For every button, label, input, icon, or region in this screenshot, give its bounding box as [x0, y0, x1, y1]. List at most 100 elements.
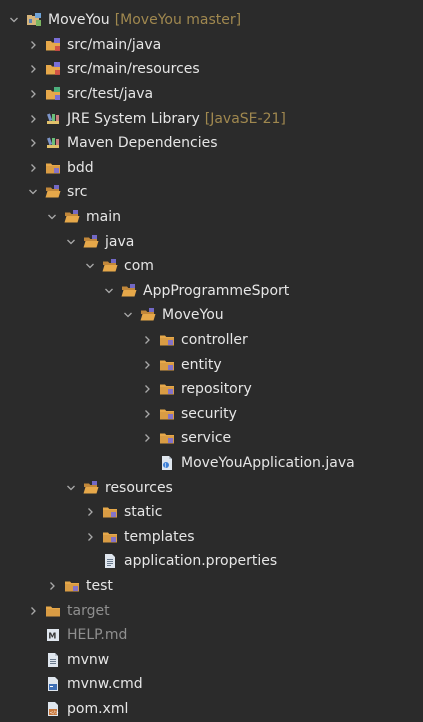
tree-item-label: src/test/java [67, 86, 154, 103]
tree-item[interactable]: M HELP.md [0, 623, 423, 648]
chevron-right-icon[interactable] [27, 160, 39, 176]
chevron-right-icon[interactable] [27, 37, 39, 53]
folder-icon [64, 578, 80, 594]
tree-item[interactable]: src/main/resources [0, 57, 423, 82]
folder-icon [159, 357, 175, 373]
chevron-right-icon[interactable] [84, 529, 96, 545]
tree-item-label: java [105, 233, 135, 250]
folder-open-icon [140, 307, 156, 323]
chevron-right-icon[interactable] [27, 61, 39, 77]
chevron-right-icon[interactable] [84, 504, 96, 520]
tree-item[interactable]: static [0, 500, 423, 525]
tree-item-label: src/main/java [67, 36, 162, 53]
properties-file-icon [102, 553, 118, 569]
folder-open-icon [64, 209, 80, 225]
tree-item[interactable]: controller [0, 328, 423, 353]
tree-item-label: Maven Dependencies [67, 135, 218, 152]
tree-item[interactable]: src/main/java [0, 33, 423, 58]
chevron-right-icon[interactable] [141, 332, 153, 348]
tree-item-label: mvnw.cmd [67, 676, 143, 693]
chevron-right-icon[interactable] [141, 430, 153, 446]
tree-item-label: MoveYou [48, 12, 110, 29]
tree-item[interactable]: mvnw.cmd [0, 672, 423, 697]
tree-item[interactable]: templates [0, 525, 423, 550]
tree-item[interactable]: src/test/java [0, 82, 423, 107]
chevron-down-icon[interactable] [46, 209, 58, 225]
cmd-file-icon [45, 676, 61, 692]
markdown-file-icon: M [45, 627, 61, 643]
chevron-down-icon[interactable] [8, 12, 20, 28]
tree-item-label: JRE System Library [67, 110, 200, 127]
chevron-down-icon[interactable] [122, 307, 134, 323]
folder-icon [159, 430, 175, 446]
tree-item[interactable]: target [0, 598, 423, 623]
tree-item[interactable]: </> pom.xml [0, 697, 423, 722]
tree-item-label: bdd [67, 159, 94, 176]
library-icon [45, 135, 61, 151]
chevron-down-icon[interactable] [65, 234, 77, 250]
chevron-right-icon[interactable] [141, 357, 153, 373]
chevron-right-icon[interactable] [27, 603, 39, 619]
tree-item-decoration: [MoveYou master] [114, 12, 242, 29]
chevron-right-icon[interactable] [27, 135, 39, 151]
tree-item[interactable]: MoveYou [0, 303, 423, 328]
project-icon [26, 12, 42, 28]
tree-item-label: pom.xml [67, 701, 129, 718]
tree-item-label: MoveYouApplication.java [181, 455, 355, 472]
library-icon [45, 111, 61, 127]
chevron-right-icon[interactable] [27, 111, 39, 127]
chevron-right-icon[interactable] [27, 86, 39, 102]
chevron-down-icon[interactable] [65, 480, 77, 496]
tree-item[interactable]: java [0, 229, 423, 254]
tree-item[interactable]: security [0, 402, 423, 427]
tree-item-label: main [86, 209, 121, 226]
folder-icon [102, 529, 118, 545]
tree-item-label: com [124, 258, 154, 275]
chevron-right-icon[interactable] [46, 578, 58, 594]
folder-icon [159, 406, 175, 422]
chevron-down-icon[interactable] [27, 184, 39, 200]
tree-item[interactable]: entity [0, 352, 423, 377]
tree-item-label: target [67, 602, 110, 619]
project-explorer-tree: MoveYou [MoveYou master] src/main/java sr… [0, 0, 423, 722]
tree-item[interactable]: repository [0, 377, 423, 402]
tree-item[interactable]: com [0, 254, 423, 279]
tree-item[interactable]: src [0, 180, 423, 205]
tree-item[interactable]: JRE System Library [JavaSE-21] [0, 106, 423, 131]
tree-item-label: AppProgrammeSport [143, 282, 290, 299]
tree-item-label: controller [181, 332, 248, 349]
tree-item[interactable]: MoveYou [MoveYou master] [0, 8, 423, 33]
file-icon [45, 652, 61, 668]
svg-text:J: J [164, 463, 166, 469]
source-folder-icon [45, 37, 61, 53]
folder-open-icon [121, 283, 137, 299]
test-source-folder-icon [45, 86, 61, 102]
tree-item-label: MoveYou [162, 307, 224, 324]
tree-item[interactable]: mvnw [0, 648, 423, 673]
tree-item-label: mvnw [67, 651, 110, 668]
tree-item[interactable]: resources [0, 475, 423, 500]
folder-icon [102, 504, 118, 520]
tree-item-label: test [86, 578, 113, 595]
tree-item[interactable]: AppProgrammeSport [0, 279, 423, 304]
chevron-right-icon[interactable] [141, 381, 153, 397]
tree-item-label: repository [181, 381, 252, 398]
tree-item-label: static [124, 504, 163, 521]
tree-item[interactable]: Maven Dependencies [0, 131, 423, 156]
tree-item[interactable]: test [0, 574, 423, 599]
chevron-right-icon[interactable] [141, 406, 153, 422]
tree-item[interactable]: bdd [0, 156, 423, 181]
java-file-icon: J [159, 455, 175, 471]
tree-item[interactable]: service [0, 426, 423, 451]
tree-item[interactable]: application.properties [0, 549, 423, 574]
chevron-down-icon[interactable] [103, 283, 115, 299]
tree-item-label: src/main/resources [67, 61, 200, 78]
tree-item[interactable]: J MoveYouApplication.java [0, 451, 423, 476]
tree-item-decoration: [JavaSE-21] [204, 110, 286, 127]
chevron-down-icon[interactable] [84, 258, 96, 274]
tree-item[interactable]: main [0, 205, 423, 230]
